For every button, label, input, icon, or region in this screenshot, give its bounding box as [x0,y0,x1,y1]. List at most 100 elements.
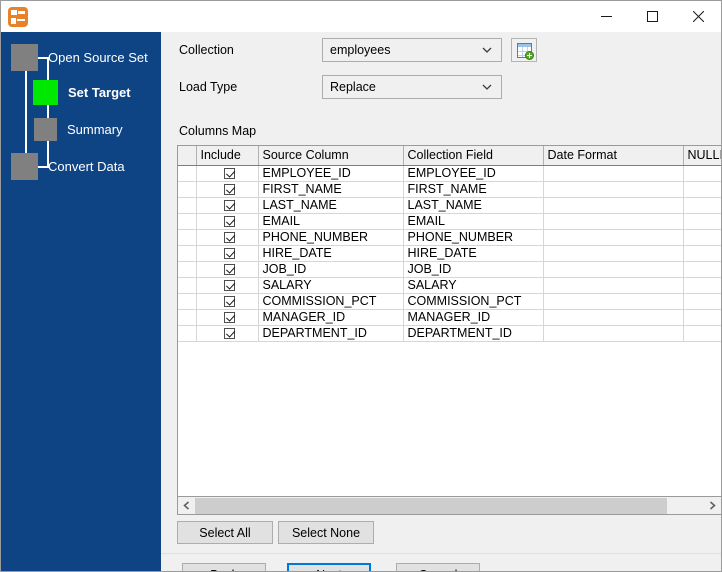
grid-horizontal-scrollbar[interactable] [177,497,721,515]
source-column-cell[interactable]: SALARY [258,277,404,294]
source-column-cell[interactable]: EMPLOYEE_ID [258,165,404,182]
column-header-source-column[interactable]: Source Column [258,146,404,166]
new-collection-button[interactable] [511,38,537,62]
maximize-icon[interactable] [629,1,675,32]
include-checkbox-cell[interactable] [196,309,259,326]
column-header-include[interactable]: Include [196,146,259,166]
scrollbar-thumb[interactable] [195,497,667,514]
nullif-cell[interactable] [683,261,721,278]
sidebar-item-set-target[interactable]: Set Target [33,80,131,105]
column-header-collection-field[interactable]: Collection Field [403,146,544,166]
date-format-cell[interactable] [543,181,684,198]
row-marker-cell[interactable] [178,213,197,230]
source-column-cell[interactable]: PHONE_NUMBER [258,229,404,246]
include-checkbox[interactable] [223,328,235,340]
row-marker-cell[interactable] [178,197,197,214]
source-column-cell[interactable]: FIRST_NAME [258,181,404,198]
date-format-cell[interactable] [543,293,684,310]
load-type-select[interactable]: Replace [322,75,502,99]
next-button[interactable]: Next [287,563,371,571]
row-marker-cell[interactable] [178,309,197,326]
row-marker-cell[interactable] [178,261,197,278]
scroll-right-icon[interactable] [704,498,721,514]
include-checkbox-cell[interactable] [196,325,259,342]
date-format-cell[interactable] [543,229,684,246]
table-row[interactable]: COMMISSION_PCT COMMISSION_PCT [178,293,721,310]
row-marker-cell[interactable] [178,293,197,310]
row-marker-cell[interactable] [178,229,197,246]
collection-field-cell[interactable]: COMMISSION_PCT [403,293,544,310]
back-button[interactable]: Back [182,563,266,571]
collection-field-cell[interactable]: HIRE_DATE [403,245,544,262]
include-checkbox[interactable] [223,312,235,324]
source-column-cell[interactable]: HIRE_DATE [258,245,404,262]
date-format-cell[interactable] [543,261,684,278]
table-row[interactable]: PHONE_NUMBER PHONE_NUMBER [178,229,721,246]
date-format-cell[interactable] [543,245,684,262]
date-format-cell[interactable] [543,309,684,326]
table-row[interactable]: EMPLOYEE_ID EMPLOYEE_ID [178,165,721,182]
nullif-cell[interactable] [683,293,721,310]
include-checkbox[interactable] [223,216,235,228]
source-column-cell[interactable]: JOB_ID [258,261,404,278]
include-checkbox[interactable] [223,248,235,260]
table-row[interactable]: JOB_ID JOB_ID [178,261,721,278]
select-all-button[interactable]: Select All [177,521,273,544]
collection-field-cell[interactable]: LAST_NAME [403,197,544,214]
nullif-cell[interactable] [683,197,721,214]
include-checkbox-cell[interactable] [196,261,259,278]
sidebar-item-convert-data[interactable]: Convert Data [11,153,125,180]
select-none-button[interactable]: Select None [278,521,374,544]
collection-field-cell[interactable]: SALARY [403,277,544,294]
nullif-cell[interactable] [683,277,721,294]
collection-field-cell[interactable]: DEPARTMENT_ID [403,325,544,342]
cancel-button[interactable]: Cancel [396,563,480,571]
source-column-cell[interactable]: EMAIL [258,213,404,230]
include-checkbox-cell[interactable] [196,197,259,214]
row-marker-cell[interactable] [178,165,197,182]
table-row[interactable]: LAST_NAME LAST_NAME [178,197,721,214]
row-marker-cell[interactable] [178,277,197,294]
nullif-cell[interactable] [683,245,721,262]
include-checkbox-cell[interactable] [196,181,259,198]
collection-field-cell[interactable]: EMAIL [403,213,544,230]
include-checkbox[interactable] [223,184,235,196]
include-checkbox[interactable] [223,296,235,308]
include-checkbox-cell[interactable] [196,213,259,230]
date-format-cell[interactable] [543,165,684,182]
columns-map-grid[interactable]: Include Source Column Collection Field D… [177,145,721,497]
collection-field-cell[interactable]: EMPLOYEE_ID [403,165,544,182]
column-header-nullif[interactable]: NULLIF [683,146,721,166]
nullif-cell[interactable] [683,181,721,198]
include-checkbox-cell[interactable] [196,229,259,246]
row-marker-cell[interactable] [178,245,197,262]
include-checkbox[interactable] [223,168,235,180]
date-format-cell[interactable] [543,197,684,214]
column-header-date-format[interactable]: Date Format [543,146,684,166]
column-header-rowmarker[interactable] [178,146,197,166]
include-checkbox[interactable] [223,280,235,292]
include-checkbox[interactable] [223,232,235,244]
table-row[interactable]: HIRE_DATE HIRE_DATE [178,245,721,262]
row-marker-cell[interactable] [178,325,197,342]
nullif-cell[interactable] [683,165,721,182]
date-format-cell[interactable] [543,277,684,294]
table-row[interactable]: FIRST_NAME FIRST_NAME [178,181,721,198]
include-checkbox-cell[interactable] [196,277,259,294]
table-row[interactable]: SALARY SALARY [178,277,721,294]
source-column-cell[interactable]: COMMISSION_PCT [258,293,404,310]
collection-field-cell[interactable]: JOB_ID [403,261,544,278]
include-checkbox-cell[interactable] [196,165,259,182]
include-checkbox-cell[interactable] [196,245,259,262]
sidebar-item-summary[interactable]: Summary [34,118,123,141]
collection-field-cell[interactable]: MANAGER_ID [403,309,544,326]
date-format-cell[interactable] [543,325,684,342]
close-icon[interactable] [675,1,721,32]
scroll-left-icon[interactable] [178,498,195,514]
include-checkbox[interactable] [223,264,235,276]
minimize-icon[interactable] [583,1,629,32]
collection-field-cell[interactable]: FIRST_NAME [403,181,544,198]
table-row[interactable]: EMAIL EMAIL [178,213,721,230]
source-column-cell[interactable]: LAST_NAME [258,197,404,214]
collection-field-cell[interactable]: PHONE_NUMBER [403,229,544,246]
